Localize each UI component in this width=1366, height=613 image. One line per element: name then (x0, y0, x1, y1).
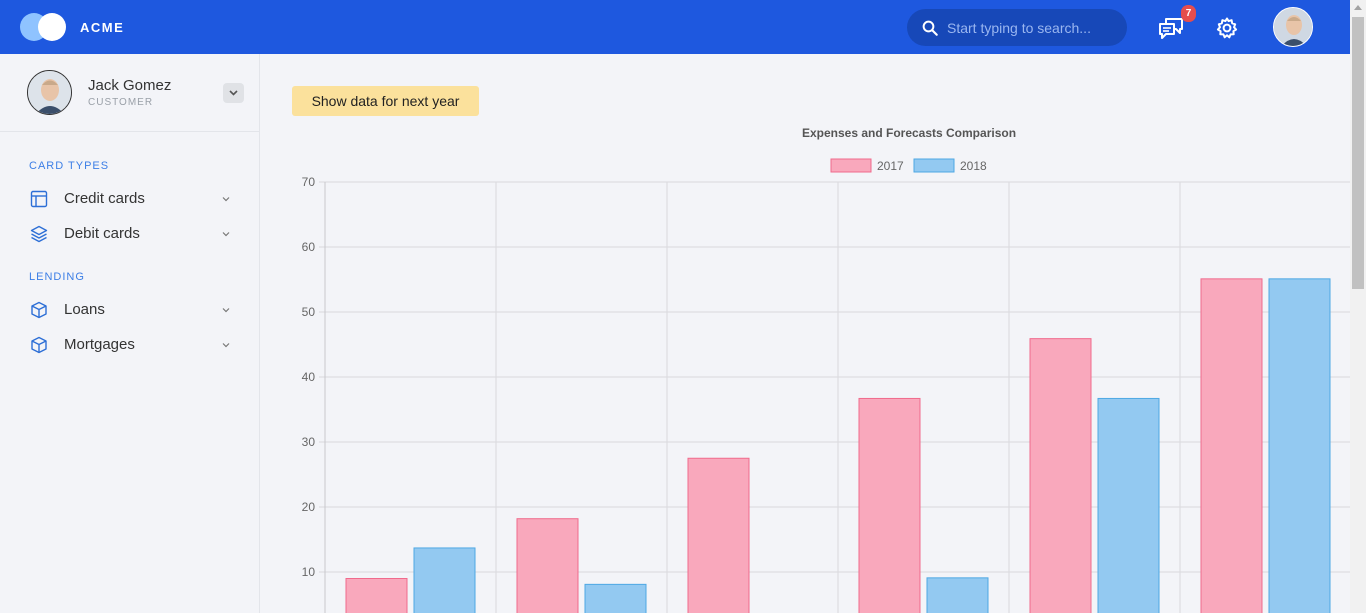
y-tick-label: 30 (302, 435, 316, 449)
layout-icon (30, 190, 48, 208)
layers-icon (30, 225, 48, 243)
chevron-down-icon (222, 232, 230, 237)
chevron-down-icon (222, 197, 230, 202)
section-title-lending: LENDING (29, 271, 85, 283)
chevron-down-icon (222, 308, 230, 313)
chart-canvas: Expenses and Forecasts Comparison 2017 20… (302, 126, 1350, 613)
chart-title: Expenses and Forecasts Comparison (802, 126, 1016, 140)
brand-name[interactable]: ACME (80, 20, 124, 35)
sidebar-item-mortgages[interactable]: Mortgages (20, 330, 240, 360)
bar-2018[interactable] (413, 547, 476, 613)
scroll-up-arrow[interactable] (1354, 5, 1362, 10)
bar-2018[interactable] (1097, 397, 1160, 613)
sidebar-item-loans[interactable]: Loans (20, 295, 240, 325)
sidebar-item-label: Credit cards (64, 190, 145, 207)
user-profile: Jack Gomez CUSTOMER (0, 54, 259, 132)
y-tick-label: 40 (302, 370, 316, 384)
box-icon (31, 301, 47, 319)
top-navbar: ACME 7 (0, 0, 1350, 54)
bar-2017[interactable] (687, 457, 750, 613)
scroll-thumb[interactable] (1352, 17, 1364, 289)
chevron-down-icon (229, 90, 238, 96)
show-next-year-button[interactable]: Show data for next year (292, 86, 479, 116)
y-tick-label: 60 (302, 240, 316, 254)
chart-legend: 2017 2018 (830, 158, 987, 173)
avatar-image (28, 71, 71, 114)
search-input[interactable] (947, 17, 1117, 39)
page-scrollbar[interactable] (1350, 0, 1366, 613)
legend-item-2018[interactable]: 2018 (913, 158, 987, 173)
legend-swatch (830, 158, 872, 173)
legend-label: 2017 (877, 159, 904, 173)
user-menu-toggle[interactable] (223, 83, 244, 103)
bar-2017[interactable] (858, 397, 921, 613)
bar-2017[interactable] (516, 518, 579, 613)
box-icon (31, 336, 47, 354)
avatar-image (1274, 8, 1312, 46)
legend-label: 2018 (960, 159, 987, 173)
sidebar-item-label: Loans (64, 301, 105, 318)
search-icon (922, 20, 938, 36)
search-box[interactable] (907, 9, 1127, 46)
acme-logo[interactable] (20, 13, 68, 41)
sidebar-item-label: Debit cards (64, 225, 140, 242)
section-title-card-types: CARD TYPES (29, 160, 110, 172)
logo-circle-right (38, 13, 66, 41)
bar-2017[interactable] (1200, 278, 1263, 613)
sidebar-item-credit-cards[interactable]: Credit cards (20, 184, 240, 214)
gear-icon[interactable] (1215, 16, 1239, 40)
bar-2018[interactable] (926, 577, 989, 613)
y-tick-label: 50 (302, 305, 316, 319)
user-avatar[interactable] (27, 70, 72, 115)
chevron-down-icon (222, 343, 230, 348)
notification-badge: 7 (1181, 5, 1196, 22)
y-tick-label: 10 (302, 565, 316, 579)
user-role: CUSTOMER (88, 97, 154, 108)
bar-2017[interactable] (1029, 338, 1092, 613)
y-tick-label: 20 (302, 500, 316, 514)
sidebar-item-label: Mortgages (64, 336, 135, 353)
expenses-chart: Expenses and Forecasts Comparison 2017 20… (280, 118, 1350, 613)
sidebar-item-debit-cards[interactable]: Debit cards (20, 219, 240, 249)
chat-icon[interactable] (1158, 16, 1184, 40)
user-name: Jack Gomez (88, 77, 172, 94)
chart-grid: 10 20 30 40 50 60 70 (302, 175, 1350, 613)
bar-2018[interactable] (1268, 278, 1331, 613)
header-avatar[interactable] (1273, 7, 1313, 47)
legend-swatch (913, 158, 955, 173)
bar-2017[interactable] (345, 578, 408, 613)
legend-item-2017[interactable]: 2017 (830, 158, 904, 173)
bar-2018[interactable] (584, 583, 647, 613)
y-tick-label: 70 (302, 175, 316, 189)
sidebar: Jack Gomez CUSTOMER CARD TYPES Credit ca… (0, 54, 260, 613)
